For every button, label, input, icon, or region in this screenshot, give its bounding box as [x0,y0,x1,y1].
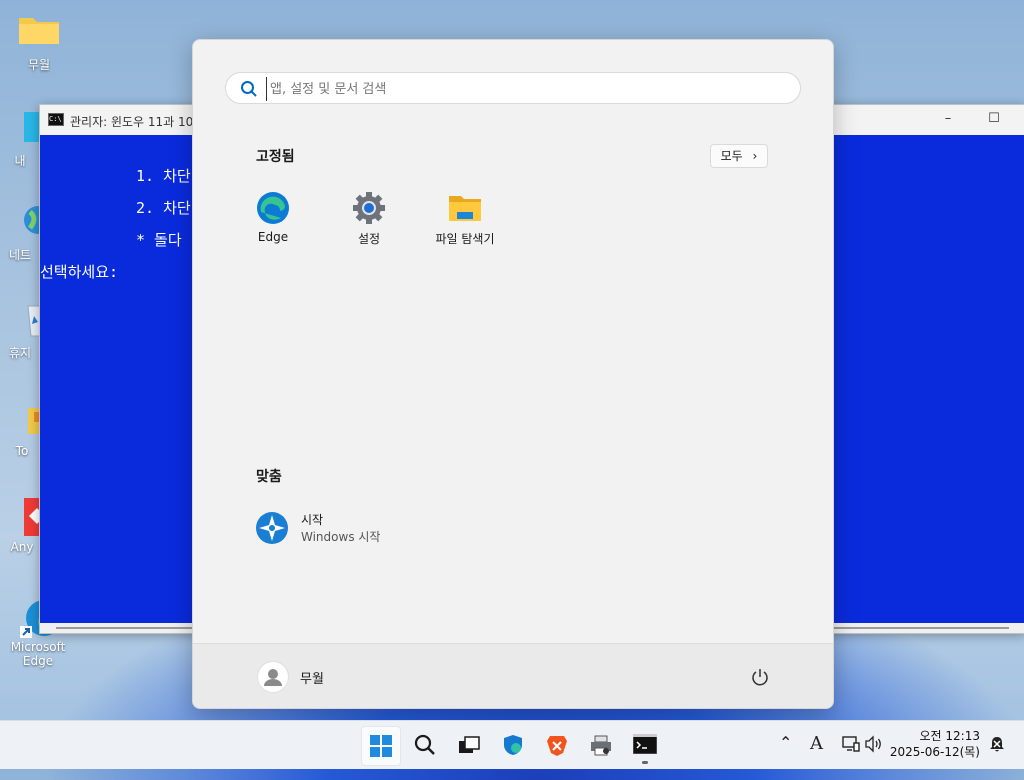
pinned-app-label: Edge [257,230,289,244]
folder-icon [17,12,61,52]
taskbar-search-button[interactable] [406,726,444,764]
defender-icon [504,735,522,755]
pinned-app-label: 설정 [357,232,381,246]
search-icon [241,81,257,97]
taskbar: ⌃ A 오전 12:13 2025-06-12(목) [0,720,1024,769]
folder-icon [447,190,483,226]
start-button[interactable] [361,726,401,766]
console-icon: C:\ [48,113,64,126]
console-prompt: 선택하세요: [40,263,119,281]
power-icon [752,669,768,686]
console-line: 1. 차단 [136,167,191,185]
pinned-app-file-explorer[interactable]: 파일 탐색기 [425,190,505,247]
gear-icon [351,190,387,226]
pinned-app-settings[interactable]: 설정 [329,190,409,247]
all-apps-label: 모두 [720,149,743,163]
task-view-button[interactable] [450,726,488,764]
console-title: 관리자: 윈도우 11과 10 [70,115,194,129]
input-indicator[interactable]: A [810,733,823,754]
taskbar-clock[interactable]: 오전 12:13 2025-06-12(목) [890,728,980,760]
console-line: 2. 차단 [136,199,191,217]
maximize-button[interactable]: ☐ [984,111,1004,129]
user-avatar[interactable] [257,661,289,693]
running-indicator [642,761,648,764]
recommended-item-get-started[interactable]: 시작 Windows 시작 [255,509,455,549]
all-apps-button[interactable]: 모두 › [710,144,768,168]
notification-icon[interactable] [988,735,1006,757]
clock-date: 2025-06-12(목) [889,745,980,759]
get-started-icon [255,511,289,545]
minimize-button[interactable]: – [938,111,958,129]
desktop-icon-label: 휴지 [8,346,32,360]
network-icon[interactable] [842,735,860,757]
desktop-icon-label: Microsoft Edge [10,640,66,668]
task-view-icon [459,736,480,753]
desktop-icon-label: To [15,444,29,458]
user-name[interactable]: 무월 [300,668,324,687]
recommended-item-subtitle: Windows 시작 [301,530,381,544]
taskbar-app-terminal[interactable] [625,726,663,764]
recommended-item-title: 시작 [301,513,324,527]
desktop-icon-user-folder[interactable]: 무월 [7,12,71,73]
start-search-box[interactable] [225,72,801,104]
user-icon [264,669,282,686]
edge-icon [255,190,291,226]
terminal-icon [633,734,657,754]
chevron-right-icon: › [752,149,758,163]
power-button[interactable] [749,666,771,688]
search-icon [414,734,435,755]
chevron-up-icon[interactable]: ⌃ [779,733,792,752]
brave-icon [547,736,567,756]
taskbar-app-defender[interactable] [494,726,532,764]
search-input[interactable] [266,77,772,101]
windows-start-icon [370,735,392,757]
pinned-app-label: 파일 탐색기 [435,232,495,246]
printer-icon [591,735,611,756]
start-menu: 고정됨 모두 › Edge [192,39,834,709]
desktop-icon-label: 무월 [27,58,51,72]
desktop-icon-label: 네트 [8,248,32,262]
taskbar-app-printer[interactable] [582,726,620,764]
taskbar-app-brave[interactable] [538,726,576,764]
console-line: * 돌다 [136,231,182,249]
pinned-section-title: 고정됨 [256,149,295,165]
pinned-app-edge[interactable]: Edge [233,190,313,244]
start-footer: 무월 [193,643,833,708]
desktop-icon-label: Any [10,540,34,554]
recommended-section-title: 맞춤 [256,469,282,485]
volume-icon[interactable] [864,735,884,757]
desktop-icon-label: 내 [14,154,26,168]
clock-time: 오전 12:13 [919,729,980,743]
